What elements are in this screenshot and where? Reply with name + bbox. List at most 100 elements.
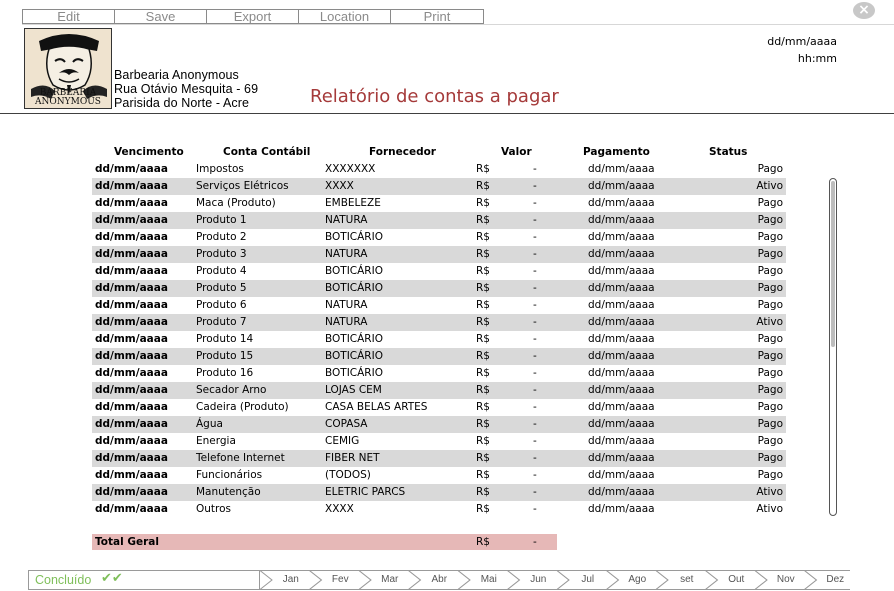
scrollbar-thumb[interactable] — [831, 181, 835, 347]
table-row[interactable]: dd/mm/aaaa Secador Arno LOJAS CEM R$ - dd/mm/… — [92, 382, 786, 399]
cell-currency: R$ — [476, 214, 490, 226]
table-row[interactable]: dd/mm/aaaa Produto 15 BOTICÁRIO R$ - dd/mm/aa… — [92, 348, 786, 365]
cell-fornecedor: BOTICÁRIO — [325, 350, 383, 362]
cell-fornecedor: BOTICÁRIO — [325, 367, 383, 379]
cell-pagamento: dd/mm/aaaa — [588, 316, 655, 328]
table-row[interactable]: dd/mm/aaaa Produto 2 BOTICÁRIO R$ - dd/mm/aaa… — [92, 229, 786, 246]
cell-conta: Produto 15 — [196, 350, 254, 362]
cell-currency: R$ — [476, 503, 490, 515]
cell-pagamento: dd/mm/aaaa — [588, 503, 655, 515]
month-tab-mai[interactable]: Mai — [464, 570, 514, 590]
month-tab-fev[interactable]: Fev — [316, 570, 366, 590]
cell-fornecedor: XXXX — [325, 180, 354, 192]
cell-conta: Telefone Internet — [196, 452, 285, 464]
cell-currency: R$ — [476, 180, 490, 192]
month-tab-nov[interactable]: Nov — [761, 570, 811, 590]
edit-button[interactable]: Edit — [23, 10, 115, 24]
vertical-scrollbar[interactable] — [829, 178, 837, 516]
table-row[interactable]: dd/mm/aaaa Produto 1 NATURA R$ - dd/mm/aaaa Pa… — [92, 212, 786, 229]
cell-pagamento: dd/mm/aaaa — [588, 197, 655, 209]
cell-pagamento: dd/mm/aaaa — [588, 435, 655, 447]
table-row[interactable]: dd/mm/aaaa Produto 14 BOTICÁRIO R$ - dd/mm/aa… — [92, 331, 786, 348]
table-row[interactable]: dd/mm/aaaa Produto 7 NATURA R$ - dd/mm/aaaa At… — [92, 314, 786, 331]
cell-conta: Produto 5 — [196, 282, 247, 294]
cell-fornecedor: ELETRIC PARCS — [325, 486, 406, 498]
table-row[interactable]: dd/mm/aaaa Produto 3 NATURA R$ - dd/mm/aaaa Pa… — [92, 246, 786, 263]
table-row[interactable]: dd/mm/aaaa Telefone Internet FIBER NET R$ - d… — [92, 450, 786, 467]
cell-currency: R$ — [476, 299, 490, 311]
cell-currency: R$ — [476, 316, 490, 328]
month-tab-jul[interactable]: Jul — [563, 570, 613, 590]
cell-fornecedor: BOTICÁRIO — [325, 282, 383, 294]
month-tab-set[interactable]: set — [662, 570, 712, 590]
export-button[interactable]: Export — [207, 10, 299, 24]
table-row[interactable]: dd/mm/aaaa Maca (Produto) EMBELEZE R$ - dd/mm… — [92, 195, 786, 212]
month-tab-dez[interactable]: Dez — [811, 570, 861, 590]
table-row[interactable]: dd/mm/aaaa Produto 4 BOTICÁRIO R$ - dd/mm/aaa… — [92, 263, 786, 280]
table-row[interactable]: dd/mm/aaaa Serviços Elétricos XXXX R$ - dd/mm… — [92, 178, 786, 195]
table-row[interactable]: dd/mm/aaaa Outros XXXX R$ - dd/mm/aaaa Ativo — [92, 501, 786, 518]
cell-conta: Serviços Elétricos — [196, 180, 289, 192]
cell-valor: - — [533, 265, 537, 277]
cell-vencimento: dd/mm/aaaa — [95, 367, 168, 379]
table-row[interactable]: dd/mm/aaaa Produto 6 NATURA R$ - dd/mm/aaaa Pa… — [92, 297, 786, 314]
table-row[interactable]: dd/mm/aaaa Produto 5 BOTICÁRIO R$ - dd/mm/aaa… — [92, 280, 786, 297]
cell-vencimento: dd/mm/aaaa — [95, 350, 168, 362]
location-button[interactable]: Location — [299, 10, 391, 24]
cell-status: Pago — [757, 214, 783, 226]
cell-fornecedor: FIBER NET — [325, 452, 380, 464]
month-tab-out[interactable]: Out — [712, 570, 762, 590]
table-row[interactable]: dd/mm/aaaa Impostos XXXXXXX R$ - dd/mm/aaaa Pa… — [92, 161, 786, 178]
cell-valor: - — [533, 299, 537, 311]
cell-valor: - — [533, 401, 537, 413]
cell-vencimento: dd/mm/aaaa — [95, 384, 168, 396]
cell-fornecedor: NATURA — [325, 299, 368, 311]
table-row[interactable]: dd/mm/aaaa Produto 16 BOTICÁRIO R$ - dd/mm/aa… — [92, 365, 786, 382]
cell-vencimento: dd/mm/aaaa — [95, 299, 168, 311]
cell-status: Pago — [757, 299, 783, 311]
close-icon[interactable]: × — [853, 2, 875, 19]
save-button[interactable]: Save — [115, 10, 207, 24]
cell-currency: R$ — [476, 231, 490, 243]
cell-fornecedor: XXXX — [325, 503, 354, 515]
table-row[interactable]: dd/mm/aaaa Água COPASA R$ - dd/mm/aaaa Pago — [92, 416, 786, 433]
total-value: - — [533, 536, 537, 548]
month-tab-mar[interactable]: Mar — [365, 570, 415, 590]
cell-status: Pago — [757, 384, 783, 396]
cell-vencimento: dd/mm/aaaa — [95, 452, 168, 464]
table-row[interactable]: dd/mm/aaaa Funcionários (TODOS) R$ - dd/mm/aa… — [92, 467, 786, 484]
cell-conta: Produto 1 — [196, 214, 247, 226]
month-tab-abr[interactable]: Abr — [415, 570, 465, 590]
cell-vencimento: dd/mm/aaaa — [95, 163, 168, 175]
table-row[interactable]: dd/mm/aaaa Cadeira (Produto) CASA BELAS AR… — [92, 399, 786, 416]
cell-currency: R$ — [476, 265, 490, 277]
cell-fornecedor: CASA BELAS ARTES — [325, 401, 428, 413]
cell-conta: Outros — [196, 503, 232, 515]
cell-vencimento: dd/mm/aaaa — [95, 265, 168, 277]
print-button[interactable]: Print — [391, 10, 483, 24]
month-tab-jun[interactable]: Jun — [514, 570, 564, 590]
cell-currency: R$ — [476, 384, 490, 396]
cell-fornecedor: BOTICÁRIO — [325, 265, 383, 277]
cell-vencimento: dd/mm/aaaa — [95, 503, 168, 515]
cell-valor: - — [533, 333, 537, 345]
cell-status: Pago — [757, 265, 783, 277]
cell-status: Pago — [757, 435, 783, 447]
table-row[interactable]: dd/mm/aaaa Energia CEMIG R$ - dd/mm/aaaa Pago — [92, 433, 786, 450]
cell-currency: R$ — [476, 452, 490, 464]
header-divider — [0, 113, 894, 114]
report-date: dd/mm/aaaa — [767, 35, 837, 48]
cell-conta: Produto 2 — [196, 231, 247, 243]
cell-conta: Produto 3 — [196, 248, 247, 260]
cell-conta: Manutenção — [196, 486, 261, 498]
logo-text: ANONYMOUS — [35, 97, 101, 107]
month-tab-ago[interactable]: Ago — [613, 570, 663, 590]
cell-fornecedor: NATURA — [325, 214, 368, 226]
cell-fornecedor: CEMIG — [325, 435, 360, 447]
month-tab-jan[interactable]: Jan — [266, 570, 316, 590]
cell-status: Pago — [757, 452, 783, 464]
cell-valor: - — [533, 384, 537, 396]
cell-fornecedor: NATURA — [325, 316, 368, 328]
table-row[interactable]: dd/mm/aaaa Manutenção ELETRIC PARCS R$ - dd/m… — [92, 484, 786, 501]
cell-valor: - — [533, 180, 537, 192]
